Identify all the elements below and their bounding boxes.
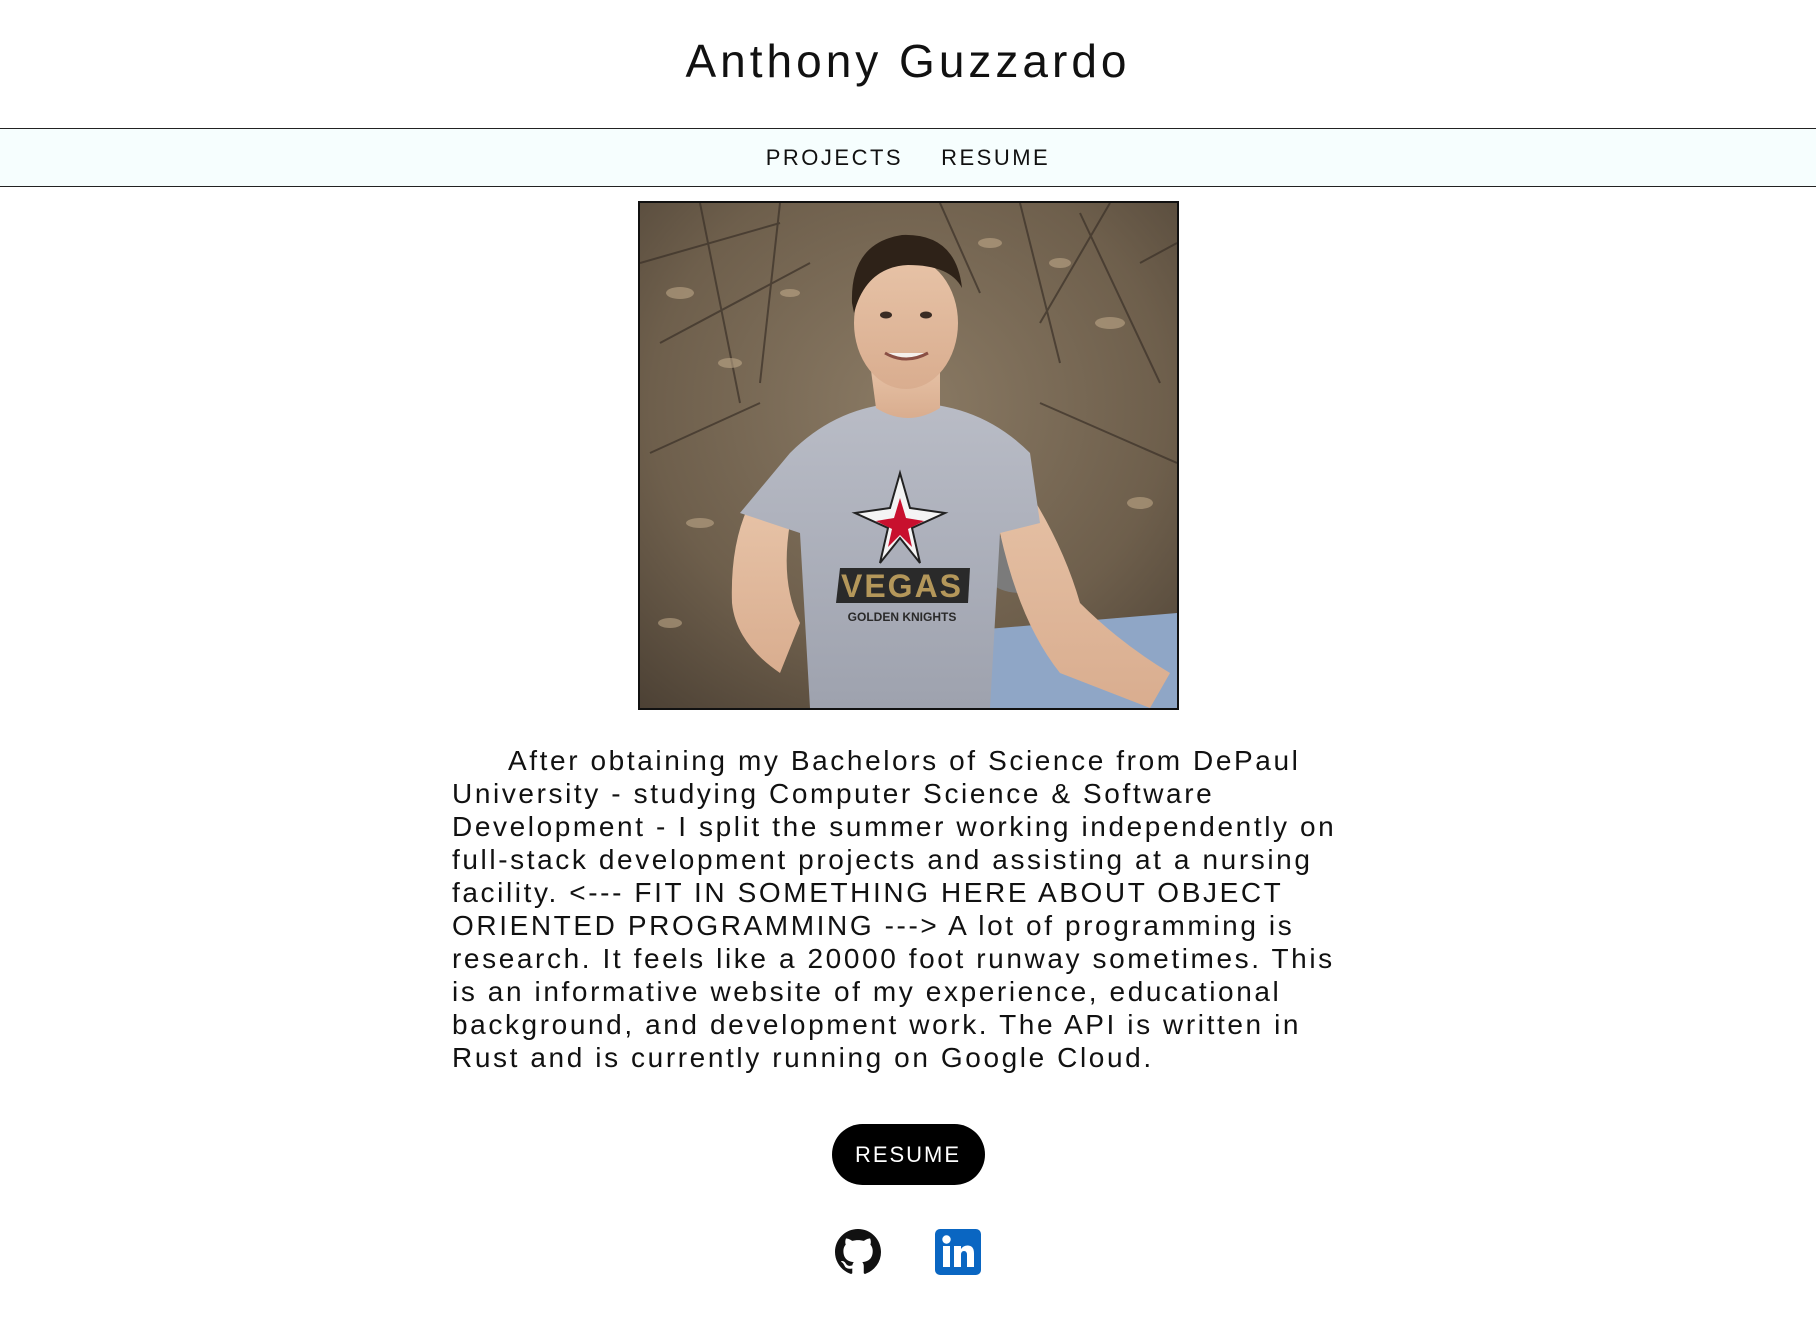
github-link[interactable]: [835, 1229, 881, 1275]
main-content: VEGAS GOLDEN KNIGHTS After obtaining my …: [0, 187, 1816, 1275]
bio-paragraph: After obtaining my Bachelors of Science …: [452, 745, 1337, 1073]
site-header: Anthony Guzzardo: [0, 0, 1816, 129]
site-title: Anthony Guzzardo: [685, 35, 1131, 87]
linkedin-icon: [935, 1229, 981, 1275]
profile-photo: VEGAS GOLDEN KNIGHTS: [637, 201, 1179, 710]
shirt-logo-subtext: GOLDEN KNIGHTS: [847, 610, 956, 624]
resume-button[interactable]: RESUME: [831, 1124, 985, 1185]
github-icon: [835, 1229, 881, 1274]
shirt-logo-text: VEGAS: [840, 568, 962, 604]
nav-link-resume[interactable]: RESUME: [941, 145, 1050, 171]
linkedin-link[interactable]: [935, 1229, 981, 1275]
nav-bar: PROJECTS RESUME: [0, 129, 1816, 187]
nav-link-projects[interactable]: PROJECTS: [766, 145, 903, 171]
social-links: [835, 1229, 981, 1275]
